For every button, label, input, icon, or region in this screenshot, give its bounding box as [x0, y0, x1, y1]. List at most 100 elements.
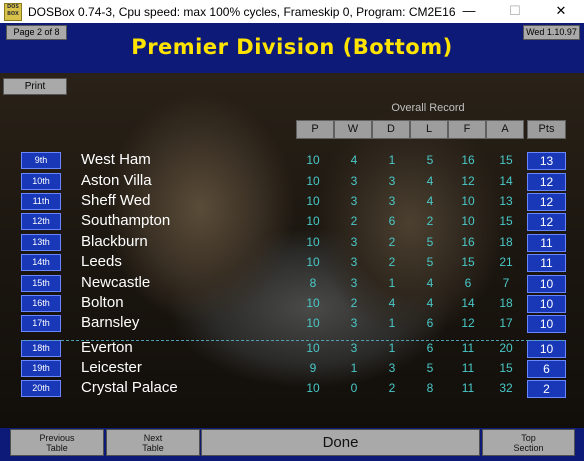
stat-f: 11 — [461, 381, 475, 395]
team-name[interactable]: Crystal Palace — [81, 379, 178, 396]
team-name[interactable]: Newcastle — [81, 274, 150, 291]
position-button[interactable]: 14th — [21, 254, 61, 271]
position-button[interactable]: 17th — [21, 315, 61, 332]
stat-d: 3 — [388, 194, 396, 208]
position-button[interactable]: 15th — [21, 275, 61, 292]
position-button[interactable]: 16th — [21, 295, 61, 312]
team-name[interactable]: Everton — [81, 339, 133, 356]
column-header-l: L — [410, 120, 448, 139]
points-badge: 11 — [527, 254, 566, 272]
stat-p: 9 — [309, 361, 317, 375]
column-header-w: W — [334, 120, 372, 139]
column-header-d: D — [372, 120, 410, 139]
stat-l: 5 — [426, 153, 434, 167]
minimize-icon[interactable]: — — [446, 0, 492, 23]
stat-a: 18 — [499, 296, 513, 310]
position-button[interactable]: 18th — [21, 340, 61, 357]
stat-a: 21 — [499, 255, 513, 269]
stat-a: 13 — [499, 194, 513, 208]
stat-f: 16 — [461, 235, 475, 249]
team-name[interactable]: Southampton — [81, 212, 170, 229]
stat-d: 2 — [388, 255, 396, 269]
position-button[interactable]: 20th — [21, 380, 61, 397]
points-badge: 13 — [527, 152, 566, 170]
stat-l: 4 — [426, 296, 434, 310]
stat-f: 12 — [461, 174, 475, 188]
stat-l: 8 — [426, 381, 434, 395]
stat-l: 6 — [426, 341, 434, 355]
stat-p: 10 — [306, 341, 320, 355]
points-badge: 11 — [527, 234, 566, 252]
team-name[interactable]: Bolton — [81, 294, 124, 311]
stat-a: 7 — [502, 276, 510, 290]
stat-d: 1 — [388, 276, 396, 290]
stat-p: 10 — [306, 214, 320, 228]
position-button[interactable]: 13th — [21, 234, 61, 251]
stat-d: 3 — [388, 174, 396, 188]
points-badge: 10 — [527, 275, 566, 293]
stat-a: 15 — [499, 214, 513, 228]
points-badge: 6 — [527, 360, 566, 378]
stat-l: 5 — [426, 235, 434, 249]
stat-a: 14 — [499, 174, 513, 188]
close-icon[interactable]: ✕ — [538, 0, 584, 23]
points-badge: 12 — [527, 193, 566, 211]
stat-f: 10 — [461, 194, 475, 208]
maximize-icon[interactable]: ☐ — [492, 0, 538, 23]
window-titlebar[interactable]: DOS BOX DOSBox 0.74-3, Cpu speed: max 10… — [0, 0, 584, 23]
team-name[interactable]: Sheff Wed — [81, 192, 151, 209]
points-badge: 10 — [527, 315, 566, 333]
team-name[interactable]: Aston Villa — [81, 172, 152, 189]
stat-f: 12 — [461, 316, 475, 330]
stat-f: 14 — [461, 296, 475, 310]
stat-p: 10 — [306, 255, 320, 269]
stat-d: 1 — [388, 316, 396, 330]
team-name[interactable]: Blackburn — [81, 233, 148, 250]
stat-f: 10 — [461, 214, 475, 228]
dosbox-app-icon: DOS BOX — [4, 2, 22, 21]
stat-w: 1 — [350, 361, 358, 375]
points-badge: 12 — [527, 213, 566, 231]
team-name[interactable]: Leeds — [81, 253, 122, 270]
team-name[interactable]: Leicester — [81, 359, 142, 376]
stat-d: 3 — [388, 361, 396, 375]
position-button[interactable]: 11th — [21, 193, 61, 210]
stat-w: 2 — [350, 214, 358, 228]
stat-l: 4 — [426, 194, 434, 208]
team-name[interactable]: Barnsley — [81, 314, 139, 331]
stat-d: 2 — [388, 235, 396, 249]
stat-p: 10 — [306, 296, 320, 310]
window-title: DOSBox 0.74-3, Cpu speed: max 100% cycle… — [28, 4, 456, 19]
stat-d: 6 — [388, 214, 396, 228]
team-name[interactable]: West Ham — [81, 151, 151, 168]
stat-f: 15 — [461, 255, 475, 269]
print-button[interactable]: Print — [3, 78, 67, 95]
previous-table-button[interactable]: Previous Table — [10, 429, 104, 456]
stat-p: 10 — [306, 194, 320, 208]
stat-a: 18 — [499, 235, 513, 249]
position-button[interactable]: 10th — [21, 173, 61, 190]
stat-w: 4 — [350, 153, 358, 167]
stat-l: 2 — [426, 214, 434, 228]
stat-p: 10 — [306, 153, 320, 167]
position-button[interactable]: 12th — [21, 213, 61, 230]
stat-d: 4 — [388, 296, 396, 310]
stat-a: 15 — [499, 361, 513, 375]
stat-w: 2 — [350, 296, 358, 310]
stat-p: 10 — [306, 316, 320, 330]
stat-w: 3 — [350, 174, 358, 188]
stat-w: 3 — [350, 235, 358, 249]
column-header-f: F — [448, 120, 486, 139]
stat-w: 3 — [350, 276, 358, 290]
position-button[interactable]: 9th — [21, 152, 61, 169]
done-button[interactable]: Done — [201, 429, 480, 456]
top-section-button[interactable]: Top Section — [482, 429, 575, 456]
points-badge: 10 — [527, 340, 566, 358]
next-table-button[interactable]: Next Table — [106, 429, 200, 456]
column-header-p: P — [296, 120, 334, 139]
position-button[interactable]: 19th — [21, 360, 61, 377]
stat-f: 11 — [461, 341, 475, 355]
stat-l: 5 — [426, 255, 434, 269]
stat-l: 6 — [426, 316, 434, 330]
column-header-pts: Pts — [527, 120, 566, 139]
